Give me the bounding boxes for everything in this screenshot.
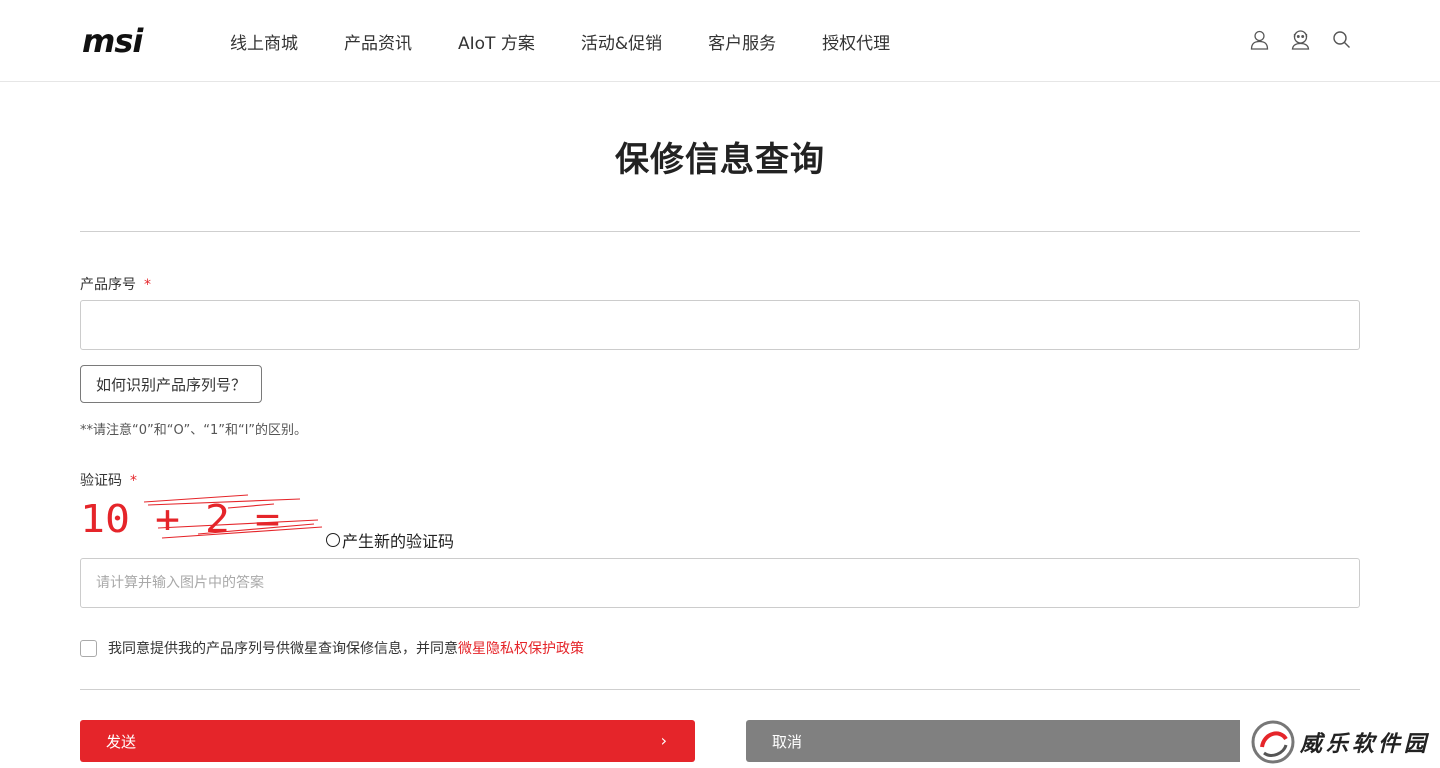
header-icons — [1249, 28, 1352, 52]
serial-label-text: 产品序号 — [80, 277, 136, 293]
title-divider — [80, 231, 1360, 232]
page-title: 保修信息查询 — [615, 140, 825, 180]
consent-checkbox[interactable] — [80, 639, 97, 657]
serial-help-button[interactable]: 如何识别产品序列号？ — [80, 365, 262, 403]
site-header: msi 线上商城 产品资讯 AIoT 方案 活动&促销 客户服务 授权代理 — [0, 0, 1440, 82]
captcha-refresh-label: 产生新的验证码 — [342, 532, 455, 551]
captcha-image: 10 + 2 = — [80, 494, 323, 541]
msi-logo[interactable]: msi — [80, 26, 180, 56]
nav-item-products[interactable]: 产品资讯 — [344, 29, 412, 54]
privacy-policy-link[interactable]: 微星隐私权保护政策 — [458, 638, 584, 658]
nav-item-dealers[interactable]: 授权代理 — [822, 29, 890, 54]
consent-row: 我同意提供我的产品序列号供微星查询保修信息，并同意 微星隐私权保护政策 — [80, 638, 584, 658]
main-nav: 线上商城 产品资讯 AIoT 方案 活动&促销 客户服务 授权代理 — [230, 0, 936, 82]
required-mark: * — [130, 473, 137, 489]
consent-text: 我同意提供我的产品序列号供微星查询保修信息，并同意 — [108, 641, 458, 657]
search-icon[interactable] — [1331, 28, 1352, 52]
captcha-text: 10 + 2 = — [80, 497, 280, 541]
serial-label: 产品序号 * — [80, 274, 151, 294]
serial-input[interactable] — [80, 300, 1360, 350]
send-button-label: 发送 — [106, 732, 137, 751]
watermark-logo-icon — [1251, 720, 1295, 763]
cancel-button[interactable]: 取消 — [746, 720, 1246, 762]
captcha-label-text: 验证码 — [80, 473, 122, 489]
support-icon[interactable] — [1290, 28, 1311, 52]
nav-item-online-store[interactable]: 线上商城 — [230, 29, 298, 54]
refresh-icon — [326, 533, 340, 547]
chevron-right-icon: › — [660, 731, 667, 750]
send-button[interactable]: 发送 › — [80, 720, 695, 762]
user-icon[interactable] — [1249, 28, 1270, 52]
msi-logo-text: msi — [82, 26, 144, 56]
captcha-label: 验证码 * — [80, 470, 137, 490]
nav-item-support[interactable]: 客户服务 — [708, 29, 776, 54]
nav-item-aiot[interactable]: AIoT 方案 — [458, 29, 535, 54]
required-mark: * — [144, 277, 151, 293]
serial-note: **请注意“0”和“O”、“1”和“l”的区别。 — [80, 423, 308, 438]
nav-item-promotions[interactable]: 活动&促销 — [581, 29, 662, 54]
captcha-refresh-button[interactable]: 产生新的验证码 — [326, 528, 454, 552]
watermark: 威乐软件园 — [1240, 715, 1440, 768]
watermark-text: 威乐软件园 — [1300, 730, 1431, 757]
form-divider — [80, 689, 1360, 690]
captcha-input[interactable] — [80, 558, 1360, 608]
cancel-button-label: 取消 — [772, 732, 803, 751]
